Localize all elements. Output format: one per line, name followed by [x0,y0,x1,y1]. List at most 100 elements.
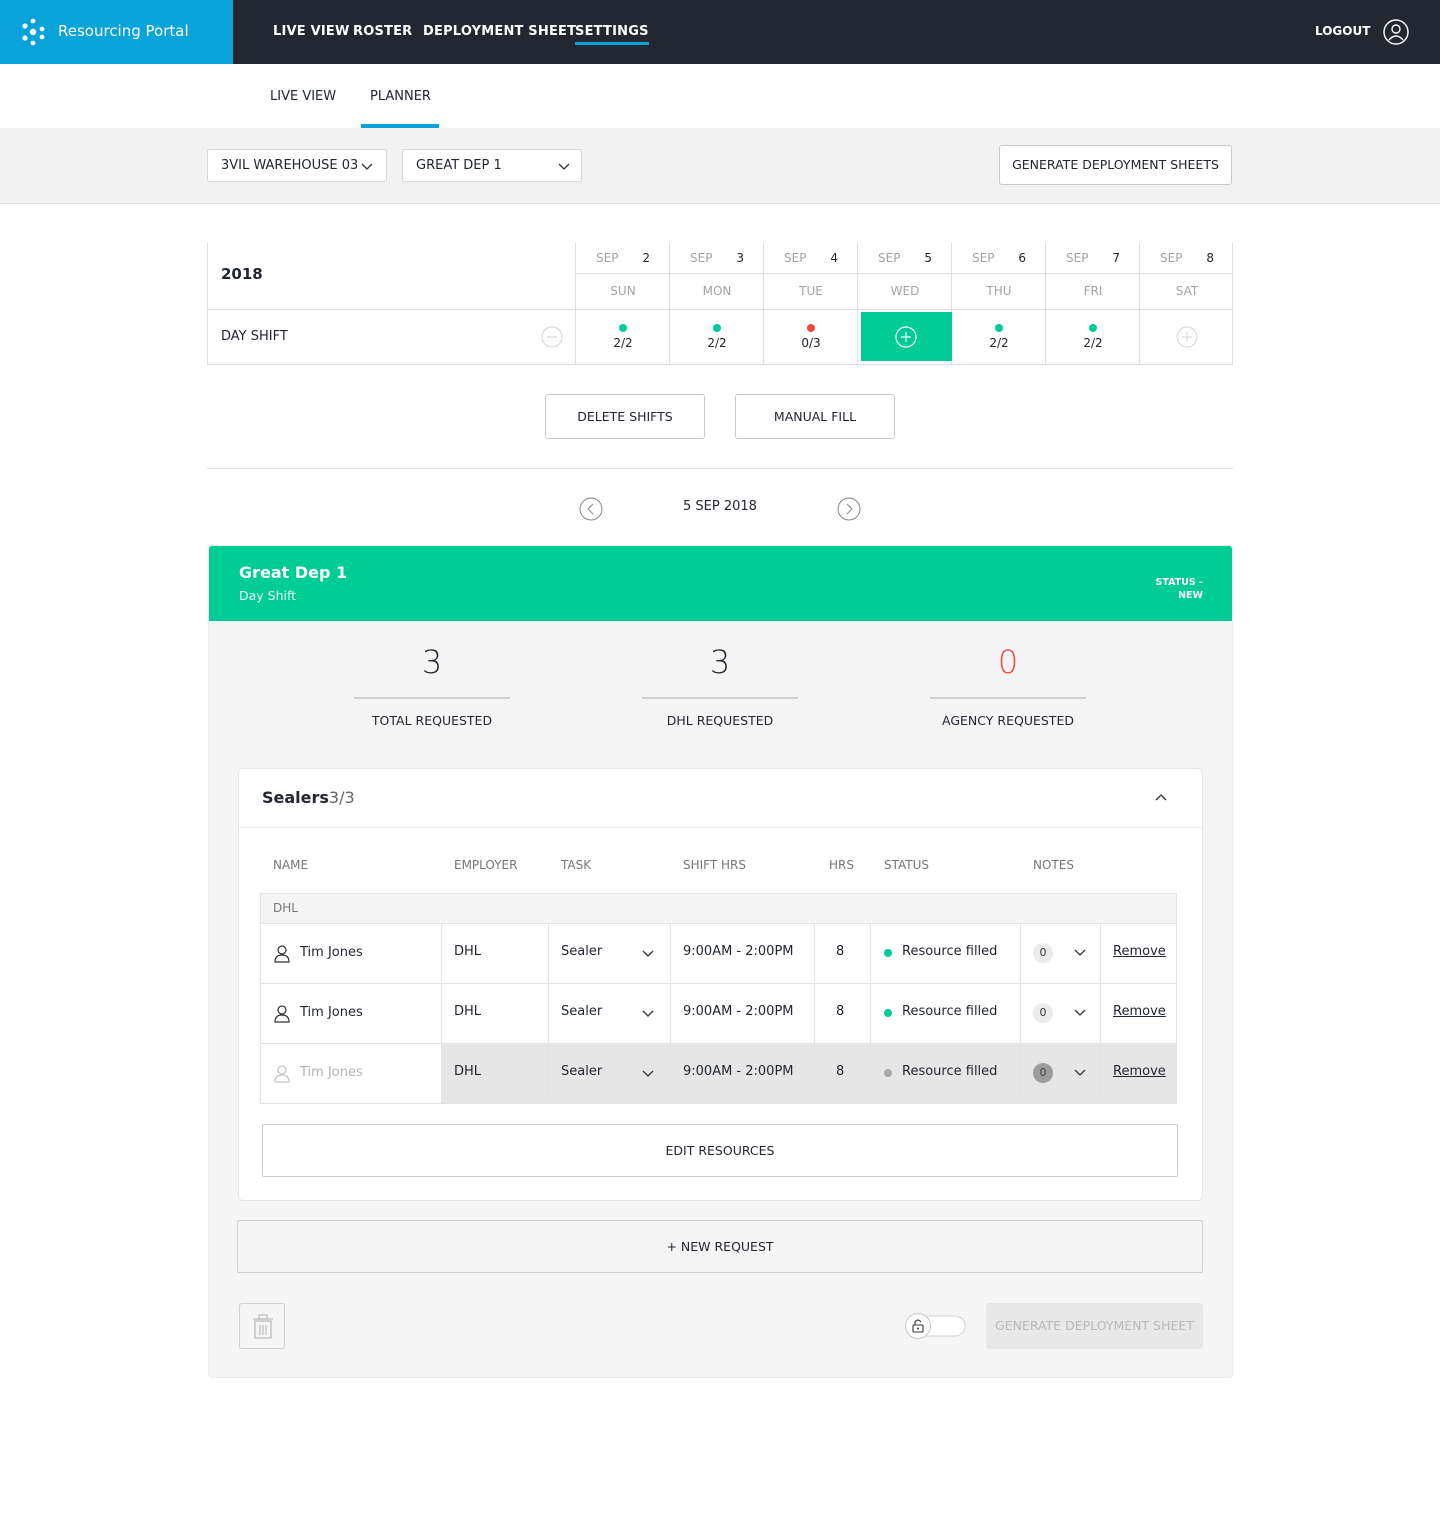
logout-link[interactable]: LOGOUT [1315,24,1370,38]
chevron-down-icon [1074,949,1086,956]
department-select[interactable]: GREAT DEP 1 [402,149,582,182]
resource-name: Tim Jones [300,1065,363,1080]
shift-cell-fri[interactable]: 2/2 [1046,310,1140,365]
notes-dropdown[interactable]: 0 [1021,984,1100,1043]
role-count: 3/3 [328,788,355,807]
task-value: Sealer [561,944,603,959]
panel-header: Great Dep 1 Day Shift STATUS - NEW [209,546,1232,621]
plus-circle-icon[interactable] [1176,326,1198,348]
shift-hours: 9:00AM - 2:00PM [683,944,794,959]
delete-button[interactable] [239,1303,285,1349]
chevron-down-icon [642,950,654,957]
current-date: 5 SEP 2018 [683,499,757,514]
stat-value: 3 [709,643,731,681]
status-dot [1089,324,1097,332]
status-badge: STATUS - NEW [1123,576,1204,602]
brand-name: Resourcing Portal [58,22,189,40]
chevron-down-icon [1074,1009,1086,1016]
task-select[interactable]: Sealer [549,924,670,983]
day-month: SEP [784,251,807,265]
shift-cell-tue[interactable]: 0/3 [764,310,858,365]
nav-settings[interactable]: SETTINGS [575,24,649,45]
notes-dropdown[interactable]: 0 [1021,924,1100,983]
row-details: DHL Sealer 9:00AM - 2:00PM 8 Resource fi… [441,1044,1176,1103]
stat-label: AGENCY REQUESTED [942,713,1074,728]
new-request-button[interactable]: + NEW REQUEST [237,1220,1203,1273]
divider [814,984,815,1043]
day-number: 8 [1206,251,1214,265]
divider [642,697,798,699]
day-number: 4 [830,251,838,265]
status-line: STATUS - [1155,577,1204,588]
task-select[interactable]: Sealer [549,1044,670,1103]
generate-deployment-sheets-button[interactable]: GENERATE DEPLOYMENT SHEETS [999,145,1232,185]
chevron-down-icon [558,163,570,170]
shift-cell-sat[interactable] [1140,310,1234,365]
tab-live-view[interactable]: LIVE VIEW [270,89,336,104]
site-select[interactable]: 3VIL WAREHOUSE 03 [207,149,387,182]
nav-live-view[interactable]: LIVE VIEW [273,24,350,39]
chevron-left-icon[interactable] [579,497,603,521]
shift-cell-sun[interactable]: 2/2 [576,310,670,365]
resource-status: Resource filled [902,944,998,959]
generate-deployment-sheet-button[interactable]: GENERATE DEPLOYMENT SHEET [986,1303,1203,1349]
resource-status: Resource filled [902,1004,998,1019]
table-row-disabled: Tim Jones DHL Sealer 9:00AM - 2:00PM 8 R… [260,1044,1177,1104]
shift-cell-mon[interactable]: 2/2 [670,310,764,365]
column-header-name: NAME [273,858,309,872]
divider [670,984,671,1043]
notes-dropdown[interactable]: 0 [1021,1044,1100,1103]
day-number: 6 [1018,251,1026,265]
table-row: Tim Jones DHL Sealer 9:00AM - 2:00PM 8 R… [260,984,1177,1044]
status-dot [807,324,815,332]
edit-resources-button[interactable]: EDIT RESOURCES [262,1124,1178,1177]
selected-day-cell[interactable] [861,312,952,361]
divider [930,697,1086,699]
shift-count: 2/2 [613,336,633,350]
role-name: Sealers [262,788,329,807]
shift-label: DAY SHIFT [221,329,288,344]
shift-cell-thu[interactable]: 2/2 [952,310,1046,365]
resource-name: Tim Jones [300,945,363,960]
status-dot [619,324,627,332]
shift-hours: 9:00AM - 2:00PM [683,1004,794,1019]
column-header-notes: NOTES [1033,858,1074,872]
shift-cell-wed[interactable] [858,310,952,365]
employer: DHL [454,1064,482,1079]
stat-dhl-requested: 3 DHL REQUESTED [620,643,820,728]
manual-fill-button[interactable]: MANUAL FILL [735,394,895,439]
remove-link[interactable]: Remove [1113,1064,1166,1079]
divider [239,827,1202,828]
person-icon [274,1005,290,1023]
divider [870,984,871,1043]
day-month: SEP [878,251,901,265]
remove-link[interactable]: Remove [1113,944,1166,959]
column-header-shift-hrs: SHIFT HRS [683,858,746,872]
hours: 8 [836,1004,845,1019]
delete-shifts-button[interactable]: DELETE SHIFTS [545,394,705,439]
user-icon[interactable] [1383,19,1409,45]
chevron-up-icon[interactable] [1154,791,1168,805]
employer: DHL [454,944,482,959]
lock-toggle[interactable] [903,1313,967,1339]
day-of-week: FRI [1083,284,1103,298]
nav-deployment-sheet[interactable]: DEPLOYMENT SHEET [423,24,576,39]
status-dot [713,324,721,332]
remove-link[interactable]: Remove [1113,1004,1166,1019]
brand[interactable]: Resourcing Portal [0,0,233,64]
chevron-right-icon[interactable] [837,497,861,521]
row-details: DHL Sealer 9:00AM - 2:00PM 8 Resource fi… [441,984,1176,1043]
divider [441,984,442,1043]
person-icon [274,945,290,963]
stat-label: DHL REQUESTED [666,713,774,728]
nav-roster[interactable]: ROSTER [353,24,412,39]
tab-planner[interactable]: PLANNER [370,89,431,104]
minus-circle-icon[interactable] [541,326,563,348]
top-bar: Resourcing Portal LIVE VIEW ROSTER DEPLO… [0,0,1440,64]
task-select[interactable]: Sealer [549,984,670,1043]
chevron-down-icon [361,163,373,170]
hours: 8 [836,1064,845,1079]
divider [441,924,442,983]
divider [870,1044,871,1103]
day-number: 3 [736,251,744,265]
